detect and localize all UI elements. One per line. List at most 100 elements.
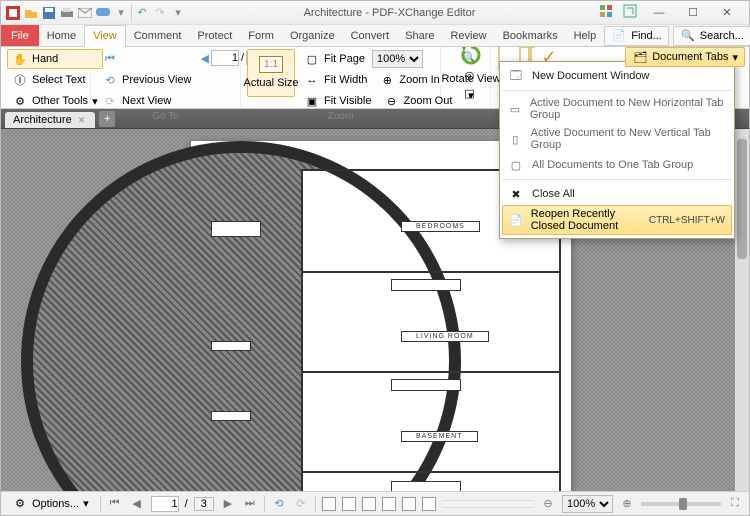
plus-icon: ⊕ (379, 72, 395, 88)
next-view-status: ⟳ (293, 496, 309, 512)
minimize-button[interactable]: — (647, 5, 671, 21)
back-icon: ⟲ (102, 72, 118, 88)
reopen-icon: 📄 (509, 212, 523, 228)
fit-visible[interactable]: ▣Fit Visible (299, 91, 376, 111)
hscroll-track[interactable] (442, 500, 534, 508)
mi-new-window[interactable]: 🗔New Document Window (500, 65, 734, 87)
qat-print-icon[interactable] (59, 5, 75, 21)
prev-view-status[interactable]: ⟲ (271, 496, 287, 512)
page-input-status[interactable] (151, 496, 179, 512)
forward-icon: ⟳ (102, 93, 118, 109)
merge-icon: ▢ (508, 157, 524, 173)
launch-icon[interactable] (623, 4, 637, 21)
group-label-goto: Go To (97, 111, 234, 122)
split-h-icon: ▭ (508, 101, 522, 117)
tab-view[interactable]: View (84, 25, 126, 47)
next-view[interactable]: ⟳Next View (97, 91, 197, 111)
tab-convert[interactable]: Convert (343, 25, 398, 46)
fitpage-icon: ▢ (304, 51, 320, 67)
close-button[interactable]: ✕ (715, 5, 739, 21)
minus-icon: ⊖ (383, 93, 399, 109)
qat-dropdown-icon[interactable]: ▾ (113, 5, 129, 21)
zoom-in[interactable]: ⊕Zoom In (374, 70, 444, 90)
zoom-slider[interactable] (641, 502, 721, 506)
document-tab-label: Architecture (13, 114, 72, 126)
page-total-status: 3 (194, 497, 214, 511)
search-button[interactable]: 🔍Search... (673, 26, 750, 46)
window-title: Architecture - PDF-XChange Editor (190, 7, 589, 19)
find-button[interactable]: 📄Find... (604, 26, 669, 46)
last-page-status[interactable]: ⏭ (242, 496, 258, 512)
zoom-select-status[interactable]: 100% (562, 495, 613, 513)
close-all-icon: ✖ (508, 186, 524, 202)
prev-page-status[interactable]: ◀ (129, 496, 145, 512)
maximize-button[interactable]: ☐ (681, 5, 705, 21)
gear-icon: ⚙ (12, 496, 28, 512)
hand-tool[interactable]: ✋Hand (7, 49, 103, 69)
first-icon: ⏮ (102, 51, 118, 67)
find-icon: 📄 (611, 28, 627, 44)
mi-horiz-group: ▭Active Document to New Horizontal Tab G… (500, 94, 734, 124)
tab-organize[interactable]: Organize (282, 25, 343, 46)
layout-single-icon[interactable] (322, 497, 336, 511)
search-icon: 🔍 (680, 28, 696, 44)
qat-scan-icon[interactable] (95, 5, 111, 21)
add-tab-button[interactable]: + (99, 111, 115, 127)
gear-icon: ⚙ (12, 93, 28, 109)
room-label: BEDROOMS (401, 221, 480, 232)
qat-mail-icon[interactable] (77, 5, 93, 21)
tab-home[interactable]: Home (39, 25, 84, 46)
tabs-icon: 🗂 (632, 49, 648, 65)
next-page-status[interactable]: ▶ (220, 496, 236, 512)
redo-icon: ↷ (152, 5, 168, 21)
shortcut: CTRL+SHIFT+W (649, 215, 725, 226)
tab-form[interactable]: Form (240, 25, 282, 46)
options-button[interactable]: ⚙Options...▾ (7, 494, 94, 514)
tab-bookmarks[interactable]: Bookmarks (495, 25, 566, 46)
qat-save-icon[interactable] (41, 5, 57, 21)
actual-size[interactable]: 1:1 Actual Size (247, 49, 295, 97)
tab-help[interactable]: Help (566, 25, 605, 46)
mi-one-group: ▢All Documents to One Tab Group (500, 154, 734, 176)
tab-file[interactable]: File (1, 25, 39, 46)
first-page-status[interactable]: ⏮ (107, 496, 123, 512)
mi-vert-group: ▯Active Document to New Vertical Tab Gro… (500, 124, 734, 154)
prev-page[interactable]: ◀ (201, 52, 209, 65)
tab-review[interactable]: Review (442, 25, 494, 46)
hand-icon: ✋ (12, 51, 28, 67)
page-input[interactable] (211, 50, 239, 66)
split-v-icon: ▯ (508, 131, 523, 147)
fit-page[interactable]: ▢Fit Page (299, 49, 370, 69)
fullscreen-icon[interactable]: ⛶ (727, 496, 743, 512)
chevron-down-icon: ▾ (732, 51, 738, 64)
close-tab-icon[interactable]: ✕ (78, 115, 86, 126)
select-text-tool[interactable]: ⒾSelect Text (7, 70, 103, 90)
zoom-select[interactable]: 100% (372, 50, 423, 68)
mi-reopen[interactable]: 📄 Reopen Recently Closed Document CTRL+S… (502, 205, 732, 235)
undo-icon[interactable]: ↶ (134, 5, 150, 21)
fit-width[interactable]: ↔Fit Width (299, 70, 372, 90)
layout-cont-icon[interactable] (342, 497, 356, 511)
document-tab[interactable]: Architecture ✕ (5, 112, 95, 128)
prev-view[interactable]: ⟲Previous View (97, 70, 197, 90)
rotate-view[interactable]: Rotate View▾ (447, 49, 495, 97)
first-page[interactable]: ⏮ (97, 49, 197, 69)
layout-two-cont-icon[interactable] (382, 497, 396, 511)
other-tools[interactable]: ⚙Other Tools▾ (7, 91, 103, 111)
qat-dropdown2-icon[interactable]: ▾ (170, 5, 186, 21)
document-tabs-button[interactable]: 🗂 Document Tabs ▾ (625, 47, 745, 67)
tab-comment[interactable]: Comment (126, 25, 190, 46)
room-label: BASEMENT (401, 431, 478, 442)
zoom-out-status[interactable]: ⊖ (540, 496, 556, 512)
layout-two-icon[interactable] (362, 497, 376, 511)
layout-cover-cont-icon[interactable] (422, 497, 436, 511)
tab-protect[interactable]: Protect (189, 25, 240, 46)
mi-close-all[interactable]: ✖Close All (500, 183, 734, 205)
ui-settings-icon[interactable] (599, 4, 613, 21)
zoom-in-status[interactable]: ⊕ (619, 496, 635, 512)
group-label-zoom: Zoom (247, 111, 434, 122)
layout-cover-icon[interactable] (402, 497, 416, 511)
vertical-scrollbar[interactable] (735, 129, 749, 493)
qat-open-icon[interactable] (23, 5, 39, 21)
tab-share[interactable]: Share (397, 25, 442, 46)
